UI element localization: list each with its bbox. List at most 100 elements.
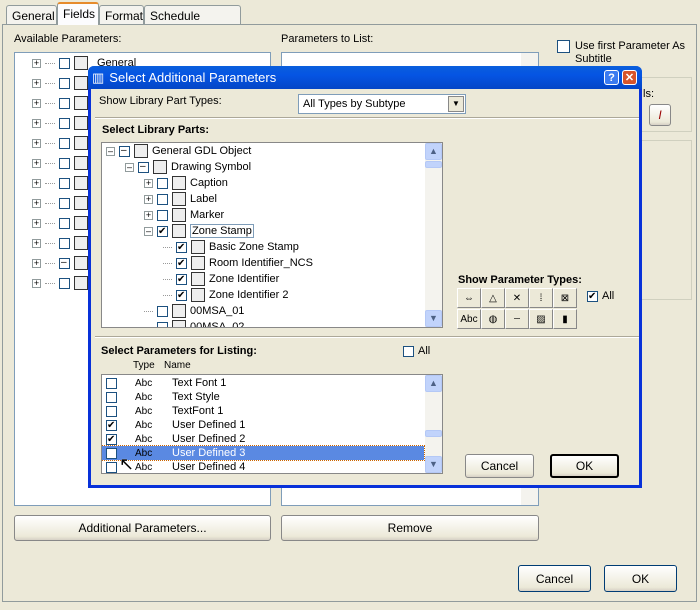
tab-general[interactable]: General: [6, 5, 57, 25]
help-icon[interactable]: ?: [604, 70, 619, 85]
checkbox[interactable]: [106, 433, 117, 445]
parameter-row[interactable]: Abc User Defined 4: [102, 460, 424, 473]
checkbox[interactable]: [59, 137, 70, 149]
tree-item[interactable]: + Label: [144, 191, 217, 207]
material-icon[interactable]: ◍: [481, 309, 505, 329]
cancel-button[interactable]: Cancel: [518, 565, 591, 592]
available-row[interactable]: +: [32, 155, 88, 171]
tree-item[interactable]: + Caption: [144, 175, 228, 191]
dialog-titlebar[interactable]: ▥ Select Additional Parameters ? ✕: [88, 66, 642, 89]
tree-item[interactable]: – General GDL Object: [106, 143, 251, 159]
remove-button[interactable]: Remove: [281, 515, 539, 541]
expand-icon[interactable]: +: [32, 98, 41, 108]
expand-icon[interactable]: +: [32, 78, 41, 88]
checkbox[interactable]: [157, 305, 168, 317]
checkbox[interactable]: [106, 405, 117, 417]
expand-icon[interactable]: +: [144, 210, 153, 220]
checkbox[interactable]: [176, 241, 187, 253]
available-row[interactable]: +: [32, 135, 88, 151]
checkbox[interactable]: [138, 161, 149, 173]
dialog-ok-button[interactable]: OK: [550, 454, 619, 478]
tree-item[interactable]: 00MSA_01: [144, 303, 244, 319]
available-row[interactable]: +: [32, 195, 88, 211]
available-row[interactable]: +: [32, 275, 88, 291]
pen-icon[interactable]: ▮: [553, 309, 577, 329]
angle-icon[interactable]: △: [481, 288, 505, 308]
parameters-list[interactable]: ▲ ▼ Abc Text Font 1 Abc Text Style Abc TextFo…: [101, 374, 443, 474]
real-number-icon[interactable]: ✕: [505, 288, 529, 308]
checkbox[interactable]: [176, 289, 187, 301]
tab-format[interactable]: Format: [99, 5, 144, 25]
line-type-icon[interactable]: ┄: [505, 309, 529, 329]
collapse-icon[interactable]: –: [125, 162, 134, 172]
available-row[interactable]: +: [32, 235, 88, 251]
tree-item[interactable]: + Marker: [144, 207, 224, 223]
checkbox[interactable]: [59, 97, 70, 109]
checkbox[interactable]: [176, 257, 187, 269]
checkbox[interactable]: [403, 345, 414, 357]
expand-icon[interactable]: +: [32, 258, 41, 268]
checkbox[interactable]: [59, 217, 70, 229]
scroll-down-button[interactable]: ▼: [425, 310, 442, 327]
tree-item[interactable]: – Zone Stamp: [144, 223, 254, 239]
tree-item[interactable]: 00MSA_02: [144, 319, 244, 327]
available-row[interactable]: +: [32, 255, 88, 271]
column-header-name[interactable]: Name: [164, 360, 191, 371]
expand-icon[interactable]: +: [32, 178, 41, 188]
checkbox[interactable]: [59, 177, 70, 189]
expand-icon[interactable]: +: [32, 158, 41, 168]
params-all-checkbox[interactable]: All: [403, 345, 430, 357]
collapse-icon[interactable]: –: [144, 226, 153, 236]
scroll-thumb[interactable]: [425, 430, 442, 437]
tree-item[interactable]: Basic Zone Stamp: [163, 239, 299, 255]
style-button[interactable]: I: [649, 104, 671, 126]
close-icon[interactable]: ✕: [622, 70, 637, 85]
checkbox[interactable]: [157, 321, 168, 327]
additional-parameters-button[interactable]: Additional Parameters...: [14, 515, 271, 541]
expand-icon[interactable]: +: [32, 238, 41, 248]
checkbox[interactable]: [106, 377, 117, 389]
chevron-down-icon[interactable]: ▼: [448, 96, 464, 112]
library-parts-tree[interactable]: ▲ ▼ – General GDL Object – Drawing Symbol + C…: [101, 142, 443, 328]
text-icon[interactable]: Abc: [457, 309, 481, 329]
checkbox[interactable]: [59, 77, 70, 89]
integer-icon[interactable]: ⁞: [529, 288, 553, 308]
library-types-select[interactable]: All Types by Subtype ▼: [298, 94, 466, 114]
parameter-row[interactable]: Abc User Defined 1: [102, 418, 424, 432]
tree-item[interactable]: Zone Identifier 2: [163, 287, 289, 303]
tree-item[interactable]: Room Identifier_NCS: [163, 255, 313, 271]
checkbox[interactable]: [157, 225, 168, 237]
parameter-row[interactable]: Abc Text Font 1: [102, 376, 424, 390]
list-scrollbar[interactable]: ▲ ▼: [425, 375, 442, 473]
parameter-row[interactable]: Abc Text Style: [102, 390, 424, 404]
tree-item[interactable]: – Drawing Symbol: [125, 159, 251, 175]
checkbox[interactable]: [106, 447, 117, 459]
checkbox[interactable]: [59, 237, 70, 249]
available-row[interactable]: +: [32, 75, 88, 91]
checkbox[interactable]: [106, 419, 117, 431]
checkbox[interactable]: [557, 40, 570, 53]
length-icon[interactable]: ⇔: [457, 288, 481, 308]
checkbox[interactable]: [157, 193, 168, 205]
tree-item[interactable]: Zone Identifier: [163, 271, 279, 287]
use-first-param-checkbox[interactable]: Use first Parameter As Subtitle: [557, 40, 690, 66]
boolean-icon[interactable]: ⊠: [553, 288, 577, 308]
available-row[interactable]: +: [32, 115, 88, 131]
tab-fields[interactable]: Fields: [57, 2, 99, 25]
checkbox[interactable]: [59, 277, 70, 289]
expand-icon[interactable]: +: [32, 198, 41, 208]
expand-icon[interactable]: +: [32, 218, 41, 228]
checkbox[interactable]: [157, 177, 168, 189]
tab-schedule-element[interactable]: Schedule Element: [144, 5, 241, 37]
collapse-icon[interactable]: –: [106, 146, 115, 156]
tree-scrollbar[interactable]: ▲ ▼: [425, 143, 442, 327]
param-types-all-checkbox[interactable]: All: [587, 290, 614, 302]
scroll-down-button[interactable]: ▼: [425, 456, 442, 473]
available-row[interactable]: +: [32, 95, 88, 111]
checkbox[interactable]: [59, 117, 70, 129]
expand-icon[interactable]: +: [32, 278, 41, 288]
dialog-cancel-button[interactable]: Cancel: [465, 454, 534, 478]
available-row[interactable]: +: [32, 175, 88, 191]
expand-icon[interactable]: +: [144, 178, 153, 188]
column-header-type[interactable]: Type: [133, 360, 155, 371]
